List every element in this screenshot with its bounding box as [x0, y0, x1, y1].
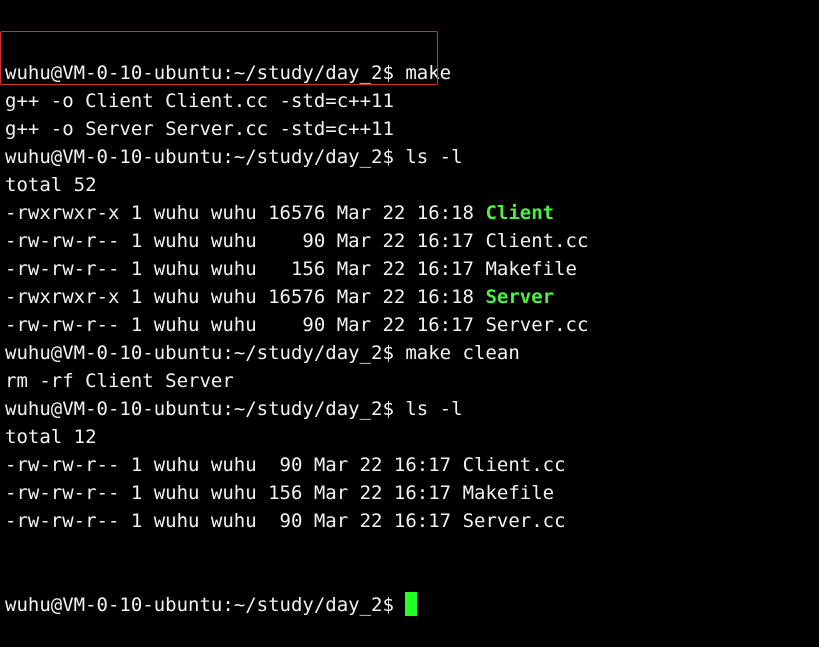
file-metadata: -rw-rw-r-- 1 wuhu wuhu 90 Mar 22 16:17: [5, 454, 463, 476]
file-metadata: -rw-rw-r-- 1 wuhu wuhu 90 Mar 22 16:17: [5, 230, 486, 252]
file-metadata: -rwxrwxr-x 1 wuhu wuhu 16576 Mar 22 16:1…: [5, 202, 486, 224]
file-name: Server.cc: [462, 510, 566, 532]
ls-entry-line: -rw-rw-r-- 1 wuhu wuhu 90 Mar 22 16:17 S…: [5, 507, 819, 535]
ls-entry-line: -rw-rw-r-- 1 wuhu wuhu 156 Mar 22 16:17 …: [5, 479, 819, 507]
command-line: wuhu@VM-0-10-ubuntu:~/study/day_2$ make …: [5, 342, 520, 364]
terminal-window[interactable]: wuhu@VM-0-10-ubuntu:~/study/day_2$ make g…: [0, 0, 819, 616]
ls-entry-line: -rw-rw-r-- 1 wuhu wuhu 90 Mar 22 16:17 C…: [5, 227, 819, 255]
file-name: Makefile: [462, 482, 555, 504]
file-name: Client.cc: [462, 454, 566, 476]
output-line: rm -rf Client Server: [5, 370, 234, 392]
command-line: wuhu@VM-0-10-ubuntu:~/study/day_2$ ls -l: [5, 146, 463, 168]
output-line: g++ -o Client Client.cc -std=c++11: [5, 90, 394, 112]
file-metadata: -rw-rw-r-- 1 wuhu wuhu 90 Mar 22 16:17: [5, 314, 486, 336]
text-cursor: [405, 592, 418, 616]
file-metadata: -rw-rw-r-- 1 wuhu wuhu 156 Mar 22 16:17: [5, 258, 486, 280]
file-name: Makefile: [485, 258, 577, 280]
ls-entry-line: -rw-rw-r-- 1 wuhu wuhu 90 Mar 22 16:17 S…: [5, 311, 819, 339]
output-line: total 52: [5, 174, 97, 196]
output-line: total 12: [5, 426, 97, 448]
file-metadata: -rwxrwxr-x 1 wuhu wuhu 16576 Mar 22 16:1…: [5, 286, 486, 308]
file-metadata: -rw-rw-r-- 1 wuhu wuhu 90 Mar 22 16:17: [5, 510, 463, 532]
executable-file-name: Server: [485, 286, 555, 308]
ls-entry-line: -rw-rw-r-- 1 wuhu wuhu 90 Mar 22 16:17 C…: [5, 451, 819, 479]
terminal-output: wuhu@VM-0-10-ubuntu:~/study/day_2$ make g…: [5, 59, 819, 535]
current-prompt-line[interactable]: wuhu@VM-0-10-ubuntu:~/study/day_2$: [5, 591, 819, 619]
prompt-text: wuhu@VM-0-10-ubuntu:~/study/day_2$: [5, 594, 406, 616]
ls-entry-line: -rwxrwxr-x 1 wuhu wuhu 16576 Mar 22 16:1…: [5, 283, 819, 311]
output-line: g++ -o Server Server.cc -std=c++11: [5, 118, 394, 140]
executable-file-name: Client: [485, 202, 555, 224]
command-line: wuhu@VM-0-10-ubuntu:~/study/day_2$ make: [5, 62, 452, 84]
ls-entry-line: -rwxrwxr-x 1 wuhu wuhu 16576 Mar 22 16:1…: [5, 199, 819, 227]
file-name: Client.cc: [485, 230, 589, 252]
ls-entry-line: -rw-rw-r-- 1 wuhu wuhu 156 Mar 22 16:17 …: [5, 255, 819, 283]
command-line: wuhu@VM-0-10-ubuntu:~/study/day_2$ ls -l: [5, 398, 463, 420]
file-metadata: -rw-rw-r-- 1 wuhu wuhu 156 Mar 22 16:17: [5, 482, 463, 504]
file-name: Server.cc: [485, 314, 589, 336]
